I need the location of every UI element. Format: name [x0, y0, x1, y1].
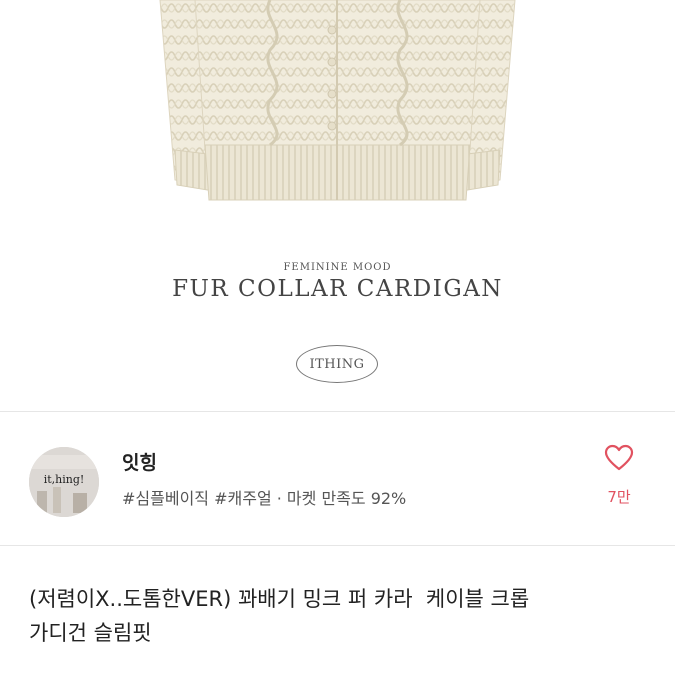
avatar-label: it,hing!	[43, 473, 85, 486]
mood-caption: FEMININE MOOD	[283, 262, 392, 273]
like-button[interactable]: 7만	[596, 444, 642, 514]
product-title-text: FUR COLLAR CARDIGAN	[172, 276, 503, 302]
product-page: FEMININE MOOD FUR COLLAR CARDIGAN ITHING…	[0, 0, 675, 675]
product-image[interactable]: FEMININE MOOD FUR COLLAR CARDIGAN ITHING	[0, 0, 675, 410]
shop-name[interactable]: 잇힝	[122, 448, 157, 475]
shop-tags: #심플베이직 #캐주얼 · 마켓 만족도 92%	[122, 489, 407, 508]
listing-title: (저렴이X..도톰한VER) 꽈배기 밍크 퍼 카라 케이블 크롭 가디건 슬림…	[29, 582, 649, 650]
like-count: 7만	[607, 488, 631, 506]
shop-info-row[interactable]: it,hing! 잇힝 #심플베이직 #캐주얼 · 마켓 만족도 92% 7만	[0, 412, 675, 544]
listing-title-line1: (저렴이X..도톰한VER) 꽈배기 밍크 퍼 카라 케이블 크롭	[29, 587, 530, 611]
shop-avatar[interactable]: it,hing!	[29, 447, 99, 517]
divider	[0, 545, 675, 546]
listing-title-line2: 가디건 슬림핏	[29, 621, 152, 645]
heart-outline-icon	[604, 444, 634, 471]
brand-badge: ITHING	[296, 345, 378, 383]
cardigan-illustration	[159, 0, 516, 201]
